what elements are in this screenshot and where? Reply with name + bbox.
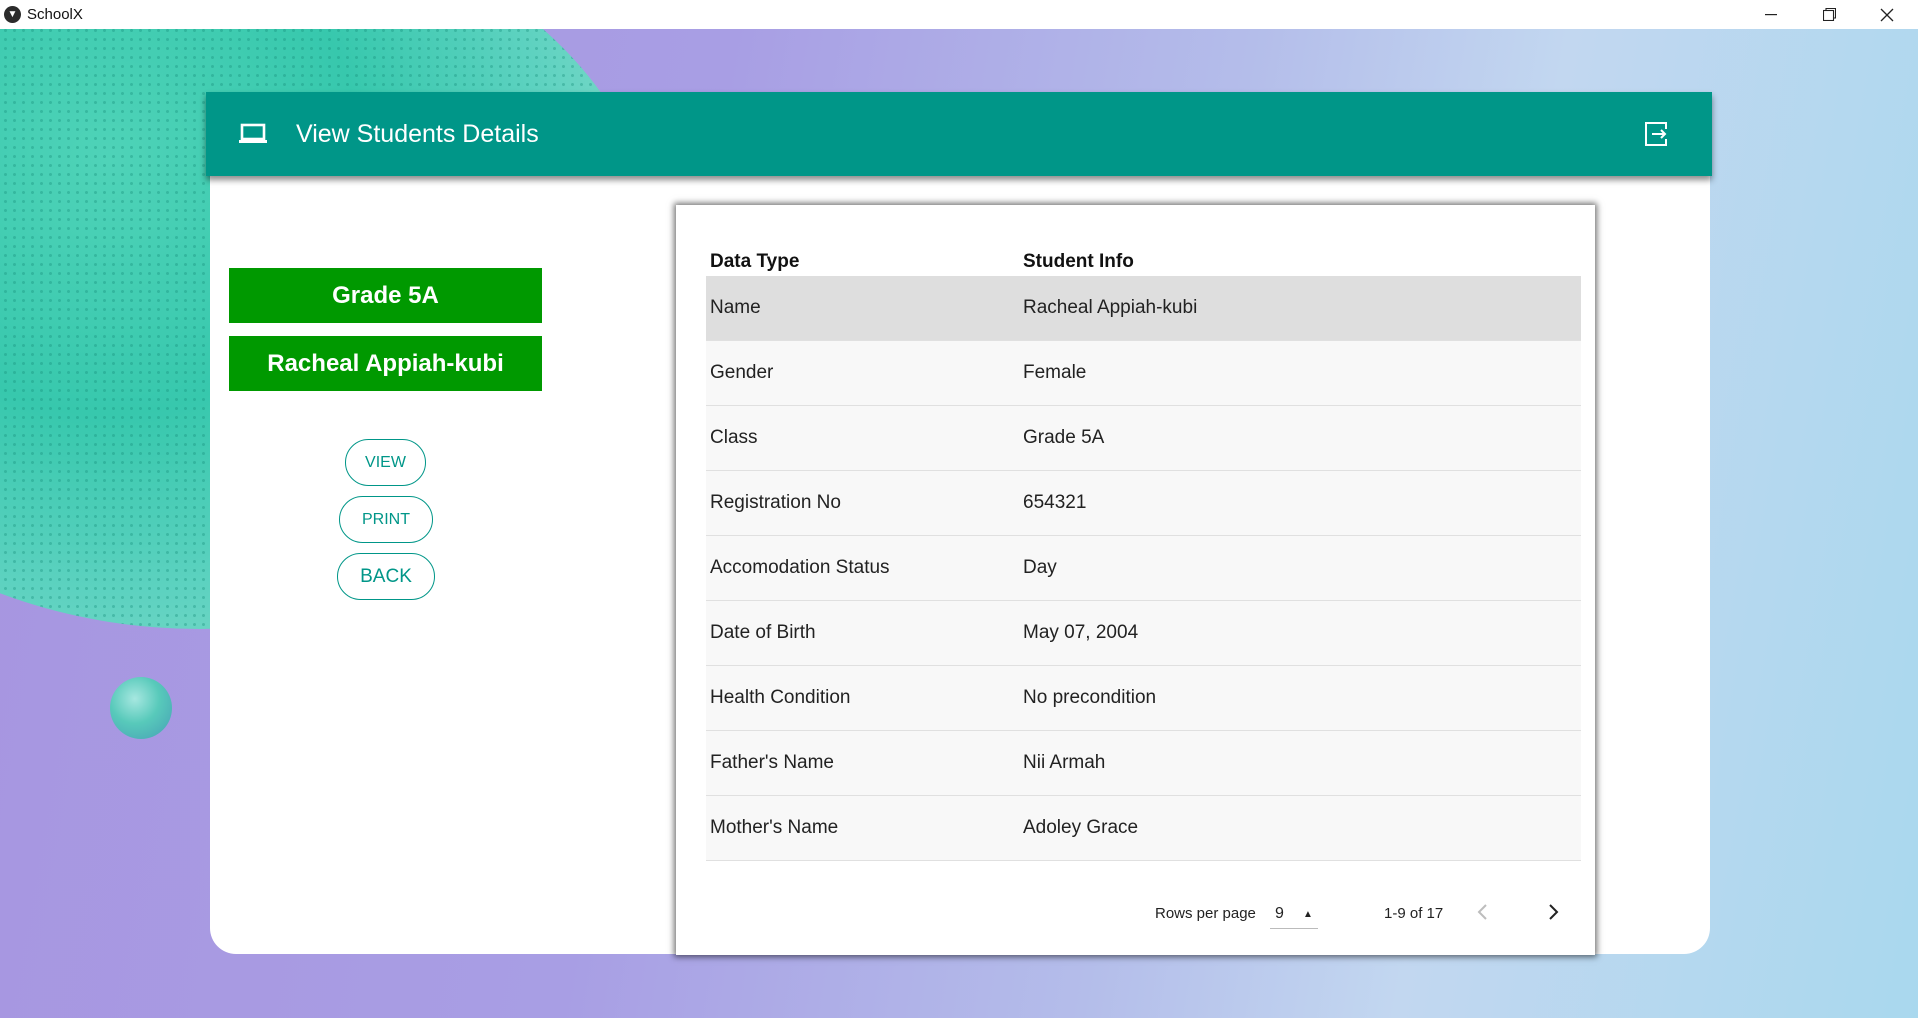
laptop-icon [238, 123, 268, 145]
print-button[interactable]: PRINT [339, 496, 433, 543]
back-button[interactable]: BACK [337, 553, 435, 600]
row-student-info: May 07, 2004 [1023, 622, 1139, 643]
restore-icon[interactable] [1800, 0, 1858, 29]
row-data-type: Registration No [710, 492, 841, 513]
caret-up-icon: ▲ [1303, 909, 1313, 920]
row-student-info: No precondition [1023, 687, 1157, 708]
row-student-info: Female [1023, 362, 1087, 383]
student-details-table: Data Type Student Info Name Racheal Appi… [676, 205, 1595, 955]
chevron-right-icon[interactable] [1542, 901, 1564, 923]
row-student-info: 654321 [1023, 492, 1087, 513]
grade-chip: Grade 5A [229, 268, 542, 323]
column-header-student-info[interactable]: Student Info [1023, 251, 1134, 273]
row-data-type: Name [710, 297, 761, 318]
table-row[interactable]: Health Condition No precondition [706, 666, 1581, 731]
table-row[interactable]: Mother's Name Adoley Grace [706, 796, 1581, 861]
table-header: Data Type Student Info [706, 239, 1581, 273]
close-icon[interactable] [1858, 0, 1916, 29]
student-name-chip: Racheal Appiah-kubi [229, 336, 542, 391]
pagination: Rows per page 9 ▲ 1-9 of 17 [676, 895, 1595, 931]
row-student-info: Adoley Grace [1023, 817, 1139, 838]
chevron-left-icon[interactable] [1472, 901, 1494, 923]
row-data-type: Father's Name [710, 752, 835, 773]
logout-icon[interactable] [1642, 120, 1670, 148]
table-row[interactable]: Accomodation Status Day [706, 536, 1581, 601]
app-bar: View Students Details [206, 92, 1712, 176]
rows-per-page-value: 9 [1275, 905, 1284, 922]
table-row[interactable]: Name Racheal Appiah-kubi [706, 276, 1581, 341]
column-header-data-type[interactable]: Data Type [710, 251, 799, 273]
table-row[interactable]: Registration No 654321 [706, 471, 1581, 536]
row-data-type: Date of Birth [710, 622, 816, 643]
row-data-type: Accomodation Status [710, 557, 890, 578]
row-data-type: Mother's Name [710, 817, 839, 838]
window-title: SchoolX [27, 6, 83, 23]
row-student-info: Racheal Appiah-kubi [1023, 297, 1198, 318]
background-orb [110, 677, 172, 739]
row-student-info: Grade 5A [1023, 427, 1105, 448]
minimize-icon[interactable] [1742, 0, 1800, 29]
row-student-info: Nii Armah [1023, 752, 1106, 773]
page-range: 1-9 of 17 [1384, 905, 1444, 922]
table-row[interactable]: Father's Name Nii Armah [706, 731, 1581, 796]
page-title: View Students Details [296, 119, 539, 148]
row-data-type: Class [710, 427, 758, 448]
window-title-bar: ▼ SchoolX [0, 0, 1918, 29]
rows-per-page-select[interactable]: 9 ▲ [1270, 899, 1318, 929]
table-row[interactable]: Class Grade 5A [706, 406, 1581, 471]
row-student-info: Day [1023, 557, 1057, 578]
row-data-type: Health Condition [710, 687, 851, 708]
table-row[interactable]: Gender Female [706, 341, 1581, 406]
table-row[interactable]: Date of Birth May 07, 2004 [706, 601, 1581, 666]
app-logo-icon: ▼ [4, 6, 21, 23]
view-button[interactable]: VIEW [345, 439, 426, 486]
row-data-type: Gender [710, 362, 774, 383]
rows-per-page-label: Rows per page [1155, 905, 1256, 922]
